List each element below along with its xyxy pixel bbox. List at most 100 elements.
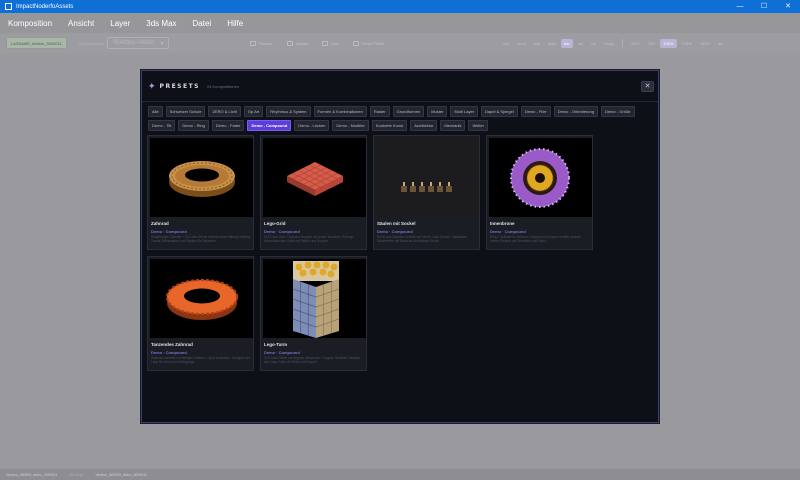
filter-chip[interactable]: ZERO & Licht xyxy=(208,106,241,117)
preset-card-zahnrad[interactable]: Zahnrad Demo · Compound Ringförmiger Zyl… xyxy=(147,135,254,250)
preset-category: Demo · Compound xyxy=(264,229,300,234)
toggle-mem[interactable]: mem xyxy=(514,39,529,48)
filter-chip[interactable]: Schweizer Schule xyxy=(165,106,206,117)
toggle-edit[interactable]: edit xyxy=(531,39,543,48)
status-mid: 88 cm/px xyxy=(69,472,84,477)
filter-chip[interactable]: Raster xyxy=(369,106,390,117)
zoom-150[interactable]: 150% xyxy=(697,39,713,48)
toggle-fight[interactable]: fight xyxy=(545,39,559,48)
filter-chip[interactable]: Demo - Größe xyxy=(600,106,635,117)
preset-thumbnail xyxy=(150,138,253,217)
preset-name: Lego-Turm xyxy=(264,342,288,347)
tool-presets[interactable]: Presets xyxy=(250,40,273,46)
title-bar: ImpactNoderfoAssets — ☐ ✕ xyxy=(0,0,800,13)
toggle-settings[interactable]: Stngs xyxy=(601,39,617,48)
filter-chip[interactable]: Op Art xyxy=(243,106,264,117)
filter-chip[interactable]: Dapel & Spiegel xyxy=(481,106,518,117)
preset-description: Ringförmiger Zylinder + 24 Cube-Zähne ve… xyxy=(151,235,251,243)
preset-description: 3×3 Cube-Säule mit Noppen-Abschluss + Ku… xyxy=(264,356,360,364)
preset-description: Ring + Zylinder im Zentrum, Noppen und K… xyxy=(490,235,582,243)
tool-max[interactable]: Max xyxy=(322,40,340,46)
tool-label: Max xyxy=(331,40,340,46)
filter-chip[interactable]: Architektur xyxy=(410,120,438,131)
filter-chip[interactable]: Formen & Kombinationen xyxy=(313,106,367,117)
preset-description: Reihe aus Zylindern jeweils auf einem Cu… xyxy=(377,235,467,243)
status-left: Version_360829_dekro_3000011 xyxy=(6,472,58,477)
preset-description: 5×5 Cube-Grid + Zylinder-Noppen auf jede… xyxy=(264,235,354,243)
preset-name: Tanzendes Zahnrad xyxy=(151,342,193,347)
toggle-stp[interactable]: Stp xyxy=(500,39,512,48)
preset-thumbnail xyxy=(263,259,366,338)
chevron-down-icon: ▾ xyxy=(160,40,164,47)
filter-chip[interactable]: Konkrete Kunst xyxy=(371,120,408,131)
preset-category: Demo · Compound xyxy=(490,229,526,234)
menu-3dsmax[interactable]: 3ds Max xyxy=(146,19,176,28)
toggle-bar[interactable]: bar xyxy=(560,38,573,48)
filter-chip[interactable]: Demo - Ring xyxy=(178,120,209,131)
menu-hilfe[interactable]: Hilfe xyxy=(227,19,243,28)
menu-layer[interactable]: Layer xyxy=(110,19,130,28)
toggle-ms[interactable]: ms xyxy=(575,39,586,48)
filter-chip-active[interactable]: Demo - Compound xyxy=(247,120,292,131)
filter-chip[interactable]: Mechanik xyxy=(440,120,466,131)
presets-icon xyxy=(250,40,256,46)
menu-ansicht[interactable]: Ansicht xyxy=(68,19,94,28)
status-bar: Version_360829_dekro_3000011 88 cm/px Ve… xyxy=(0,469,800,480)
preset-name: Zahnrad xyxy=(151,221,169,226)
zoom-50[interactable]: 50% xyxy=(628,39,642,48)
zoom-75[interactable]: 75% xyxy=(644,39,658,48)
maximize-button[interactable]: ☐ xyxy=(752,0,776,13)
preset-card-tanzendes-zahnrad[interactable]: Tanzendes Zahnrad Demo · Compound Zahnra… xyxy=(147,256,254,371)
filter-chip[interactable]: Demo - Farbe xyxy=(211,120,245,131)
close-window-button[interactable]: ✕ xyxy=(776,0,800,13)
filter-chip[interactable]: Demo - Filer xyxy=(520,106,551,117)
preset-select-value: Rüstbox-Atelier xyxy=(113,40,155,46)
toggle-4k[interactable]: 4K xyxy=(715,39,726,48)
filter-chip[interactable]: Multi Layer xyxy=(450,106,479,117)
toolbar: LASSAMÉ_Motion_3000011 Stücknummer Rüstb… xyxy=(0,33,800,53)
preset-card-innenbrone[interactable]: Innenbrone Demo · Compound Ring + Zylind… xyxy=(486,135,593,250)
preset-select[interactable]: Rüstbox-Atelier ▾ xyxy=(107,37,170,49)
filter-chip[interactable]: Alle xyxy=(148,106,163,117)
preset-category: Demo · Compound xyxy=(377,229,413,234)
filter-chip[interactable]: Grundformen xyxy=(392,106,425,117)
app-icon xyxy=(5,3,12,10)
zoom-100[interactable]: 100% xyxy=(660,38,677,48)
preset-card-saeulen[interactable]: Säulen mit Sockel Demo · Compound Reihe … xyxy=(373,135,480,250)
close-modal-button[interactable]: ✕ xyxy=(641,81,654,92)
update-icon xyxy=(286,40,293,46)
preset-card-lego-turm[interactable]: Lego-Turm Demo · Compound 3×3 Cube-Säule… xyxy=(260,256,367,371)
preset-category: Demo · Compound xyxy=(151,350,187,355)
filter-chip[interactable]: Demo - Lücken xyxy=(294,120,330,131)
minimize-button[interactable]: — xyxy=(728,0,752,13)
preset-category: Demo · Compound xyxy=(151,229,187,234)
filter-chip[interactable]: Demo - Orientierung xyxy=(553,106,598,117)
window-title: ImpactNoderfoAssets xyxy=(16,3,74,10)
preset-card-lego-grid[interactable]: Lego-Grid Demo · Compound 5×5 Cube-Grid … xyxy=(260,135,367,250)
tool-update[interactable]: Update xyxy=(286,40,309,46)
tool-label: Update xyxy=(295,40,309,46)
preset-thumbnail xyxy=(489,138,592,217)
project-pill[interactable]: LASSAMÉ_Motion_3000011 xyxy=(6,37,67,49)
tool-label: Reset Felsfit xyxy=(362,40,385,46)
window-controls: — ☐ ✕ xyxy=(728,0,800,13)
reset-icon xyxy=(353,40,360,46)
select-label: Stücknummer xyxy=(78,40,104,46)
filter-chip[interactable]: Demo - Tilt xyxy=(148,120,176,131)
tool-label: Presets xyxy=(259,40,273,46)
toggle-va[interactable]: VA xyxy=(588,39,599,48)
presets-modal: ✦ PRESETS 24 Kompositionen ✕ Alle Schwei… xyxy=(141,70,659,423)
filter-chip[interactable]: Demo - Modifier xyxy=(332,120,369,131)
menu-komposition[interactable]: Komposition xyxy=(8,19,52,28)
preset-description: Zahnrad-Variante mit farbigen Zähnen + S… xyxy=(151,356,250,364)
filter-chip[interactable]: Rhythmus & System xyxy=(266,106,311,117)
filter-chip[interactable]: Weiter xyxy=(468,120,488,131)
zoom-125[interactable]: 125% xyxy=(679,39,695,48)
preset-name: Lego-Grid xyxy=(264,221,286,226)
tool-reset[interactable]: Reset Felsfit xyxy=(353,40,385,46)
filter-chip[interactable]: Muster xyxy=(427,106,448,117)
preset-count: 24 Kompositionen xyxy=(207,83,240,89)
toolbar-divider xyxy=(622,39,624,47)
menu-datei[interactable]: Datei xyxy=(193,19,212,28)
preset-thumbnail xyxy=(263,138,366,217)
